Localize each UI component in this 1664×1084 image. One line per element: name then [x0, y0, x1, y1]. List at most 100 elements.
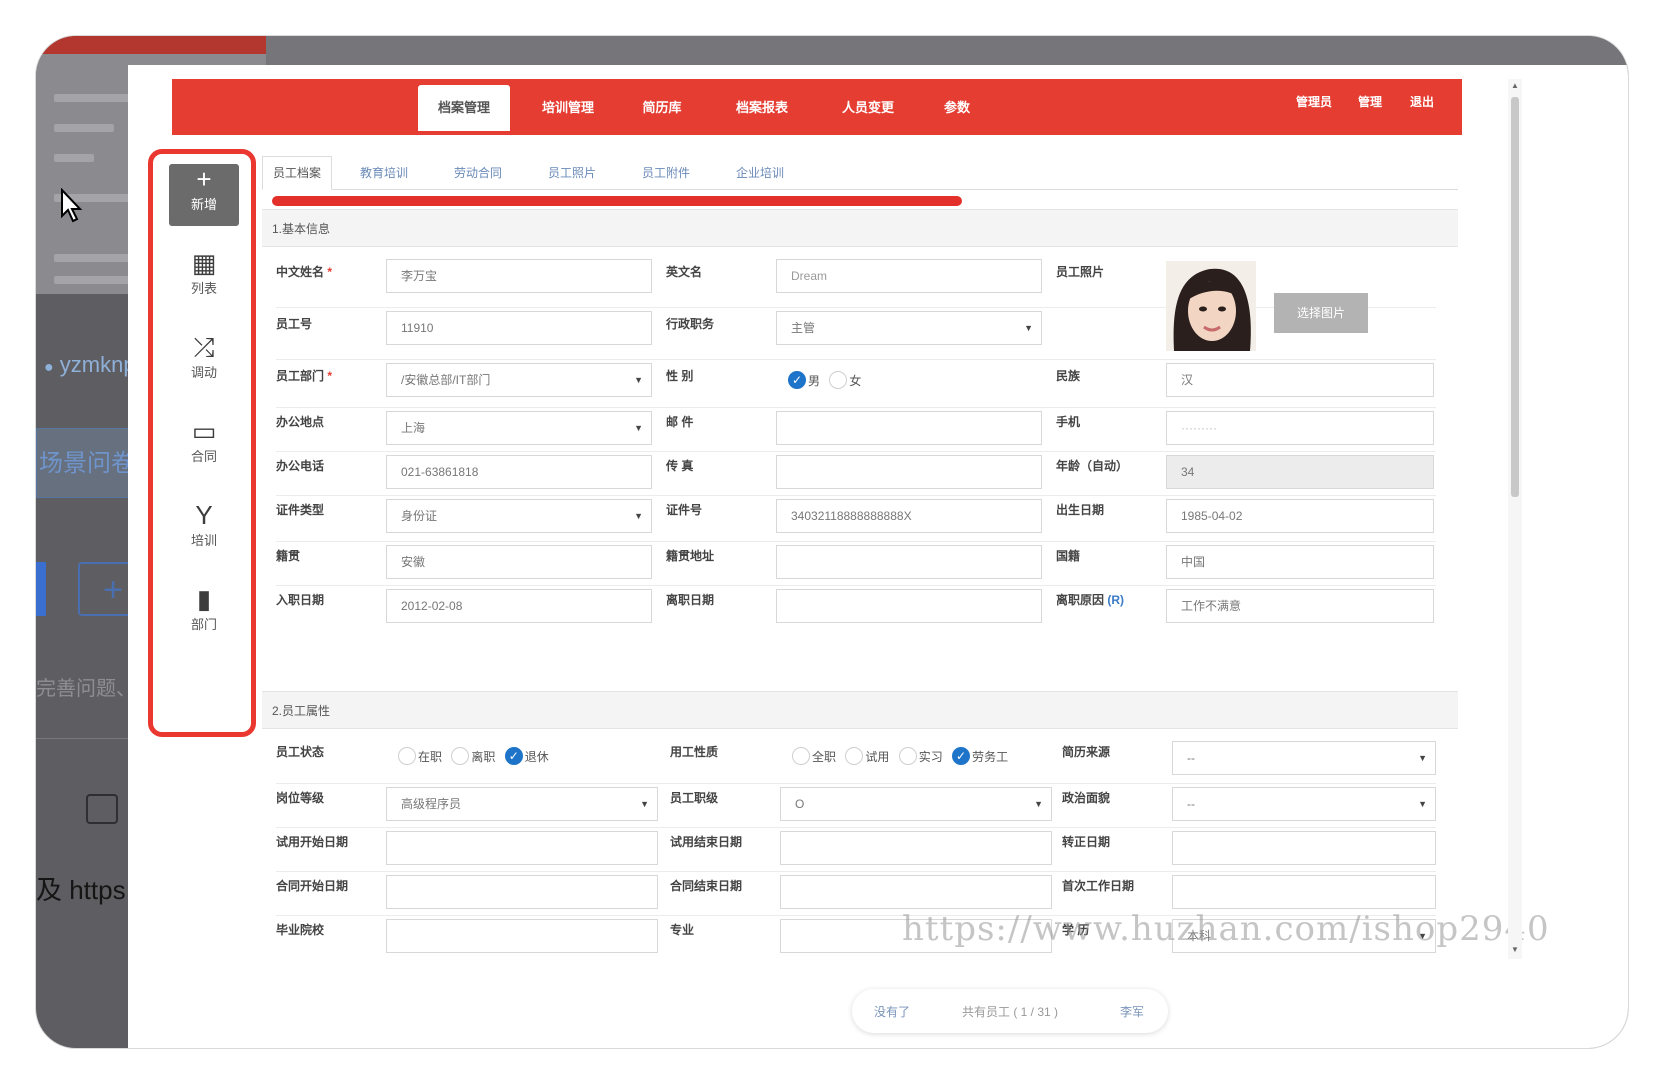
id-type-select[interactable]: 身份证 ▼ — [386, 499, 652, 533]
nav-parameters[interactable]: 参数 — [932, 85, 982, 131]
gender-male-label: 男 — [808, 373, 821, 388]
fax-field[interactable] — [776, 455, 1042, 489]
contract-end-field[interactable] — [780, 875, 1052, 909]
chevron-down-icon: ▼ — [634, 375, 643, 385]
age-label: 年龄（自动） — [1056, 459, 1129, 473]
chevron-down-icon: ▼ — [1418, 753, 1427, 763]
contract-start-field[interactable] — [386, 875, 658, 909]
tab-employee-photo[interactable]: 员工照片 — [538, 157, 606, 189]
emp-intern-label: 实习 — [918, 749, 943, 764]
nav-resume-library[interactable]: 简历库 — [632, 85, 692, 131]
leave-reason-field[interactable]: 工作不满意 — [1166, 589, 1434, 623]
chinese-name-field[interactable]: 李万宝 — [386, 259, 652, 293]
nav-logout[interactable]: 退出 — [1410, 93, 1434, 110]
chevron-down-icon: ▼ — [1024, 323, 1033, 333]
nav-admin-user[interactable]: 管理员 — [1296, 93, 1332, 110]
age-field: 34 — [1166, 455, 1434, 489]
leave-reason-tag[interactable]: (R) — [1107, 593, 1124, 607]
tab-employee-attachment[interactable]: 员工附件 — [632, 157, 700, 189]
tab-education[interactable]: 教育培训 — [350, 157, 418, 189]
title-level-select[interactable]: O ▼ — [780, 787, 1052, 821]
birth-date-field[interactable]: 1985-04-02 — [1166, 499, 1434, 533]
gender-female-radio[interactable] — [829, 371, 848, 389]
nav-archive-report[interactable]: 档案报表 — [722, 85, 802, 131]
form-row: 办公地点 上海 ▼ 邮 件 手机 ········· — [276, 407, 1436, 452]
sidebar-item-label: 合同 — [190, 449, 217, 464]
nationality-field[interactable]: 中国 — [1166, 545, 1434, 579]
section-basic-info: 1.基本信息 — [262, 209, 1458, 247]
political-value: -- — [1187, 797, 1195, 811]
english-name-field[interactable]: Dream — [776, 259, 1042, 293]
sidebar-item-list[interactable]: ▦ 列表 — [169, 248, 239, 310]
gender-male-radio[interactable]: ✓ — [788, 371, 806, 389]
sidebar-item-contract[interactable]: ▭ 合同 — [169, 416, 239, 478]
background-user: ● yzmknp — [44, 352, 136, 378]
plus-icon: + — [196, 164, 212, 194]
status-left-radio[interactable] — [451, 747, 470, 765]
trial-end-field[interactable] — [780, 831, 1052, 865]
left-sidebar: + 新增 ▦ 列表 ⤮ 调动 ▭ 合同 Y 培训 ▮ 部门 — [148, 149, 256, 737]
background-divider — [36, 738, 134, 739]
admin-post-value: 主管 — [791, 321, 816, 335]
id-no-field[interactable]: 34032118888888888X — [776, 499, 1042, 533]
sidebar-item-add[interactable]: + 新增 — [169, 164, 239, 226]
school-field[interactable] — [386, 919, 658, 953]
employee-no-field[interactable]: 11910 — [386, 311, 652, 345]
emp-labor-radio[interactable]: ✓ — [952, 747, 971, 765]
tab-enterprise-training[interactable]: 企业培训 — [726, 157, 794, 189]
image-icon[interactable] — [86, 794, 118, 824]
fax-label: 传 真 — [666, 459, 694, 473]
vertical-scrollbar[interactable]: ▲ ▼ — [1508, 79, 1522, 959]
sidebar-item-department[interactable]: ▮ 部门 — [169, 584, 239, 646]
email-field[interactable] — [776, 411, 1042, 445]
status-left-label: 离职 — [471, 749, 496, 764]
sidebar-item-transfer[interactable]: ⤮ 调动 — [169, 332, 239, 394]
nav-archive-management[interactable]: 档案管理 — [418, 85, 510, 131]
office-phone-field[interactable]: 021-63861818 — [386, 455, 652, 489]
post-level-select[interactable]: 高级程序员 ▼ — [386, 787, 658, 821]
pager-prev[interactable]: 没有了 — [874, 1003, 910, 1020]
pager-next[interactable]: 李军 — [1120, 1003, 1144, 1020]
tab-employee-archive[interactable]: 员工档案 — [262, 156, 333, 190]
title-level-value: O — [795, 797, 805, 811]
emp-intern-radio[interactable] — [898, 747, 917, 765]
mobile-field[interactable]: ········· — [1166, 411, 1434, 445]
emp-trial-label: 试用 — [865, 749, 890, 764]
title-level-label: 员工职级 — [670, 791, 719, 805]
nav-manage[interactable]: 管理 — [1358, 93, 1382, 110]
join-date-field[interactable]: 2012-02-08 — [386, 589, 652, 623]
political-select[interactable]: -- ▼ — [1172, 787, 1436, 821]
nav-personnel-change[interactable]: 人员变更 — [828, 85, 908, 131]
id-type-value: 身份证 — [401, 509, 438, 523]
nav-training-management[interactable]: 培训管理 — [528, 85, 608, 131]
regular-date-field[interactable] — [1172, 831, 1436, 865]
native-address-field[interactable] — [776, 545, 1042, 579]
first-work-field[interactable] — [1172, 875, 1436, 909]
status-retired-radio[interactable]: ✓ — [504, 747, 523, 765]
admin-post-select[interactable]: 主管 ▼ — [776, 311, 1042, 345]
scrollbar-thumb[interactable] — [1511, 97, 1519, 497]
status-active-radio[interactable] — [398, 747, 416, 765]
office-select[interactable]: 上海 ▼ — [386, 411, 652, 445]
resume-source-value: -- — [1187, 751, 1195, 765]
department-select[interactable]: /安徽总部/IT部门 ▼ — [386, 363, 652, 397]
tab-labor-contract[interactable]: 劳动合同 — [444, 157, 512, 189]
ethnicity-field[interactable]: 汉 — [1166, 363, 1434, 397]
emp-fulltime-radio[interactable] — [792, 747, 810, 765]
background-primary-button[interactable] — [36, 562, 46, 616]
native-address-label: 籍贯地址 — [666, 549, 715, 563]
scroll-down-icon[interactable]: ▼ — [1511, 945, 1519, 954]
trial-start-field[interactable] — [386, 831, 658, 865]
screenshot-frame: ● yzmknp 场景问卷 + 完善问题、 及 https:/ 档案管理 培训管… — [36, 36, 1628, 1048]
emp-trial-radio[interactable] — [845, 747, 864, 765]
file-icon: ▮ — [196, 584, 212, 614]
native-place-field[interactable]: 安徽 — [386, 545, 652, 579]
scroll-up-icon[interactable]: ▲ — [1511, 81, 1519, 90]
form-row: 员工部门 * /安徽总部/IT部门 ▼ 性 别 ✓ 男 女 民族 汉 — [276, 359, 1436, 408]
sidebar-item-training[interactable]: Y 培训 — [169, 500, 239, 562]
email-label: 邮 件 — [666, 415, 694, 429]
resume-source-select[interactable]: -- ▼ — [1172, 741, 1436, 775]
leave-date-field[interactable] — [776, 589, 1042, 623]
tab-bar: 员工档案 教育培训 劳动合同 员工照片 员工附件 企业培训 — [262, 139, 1458, 190]
main-content: 员工档案 教育培训 劳动合同 员工照片 员工附件 企业培训 1.基本信息 中文姓… — [262, 139, 1549, 1033]
